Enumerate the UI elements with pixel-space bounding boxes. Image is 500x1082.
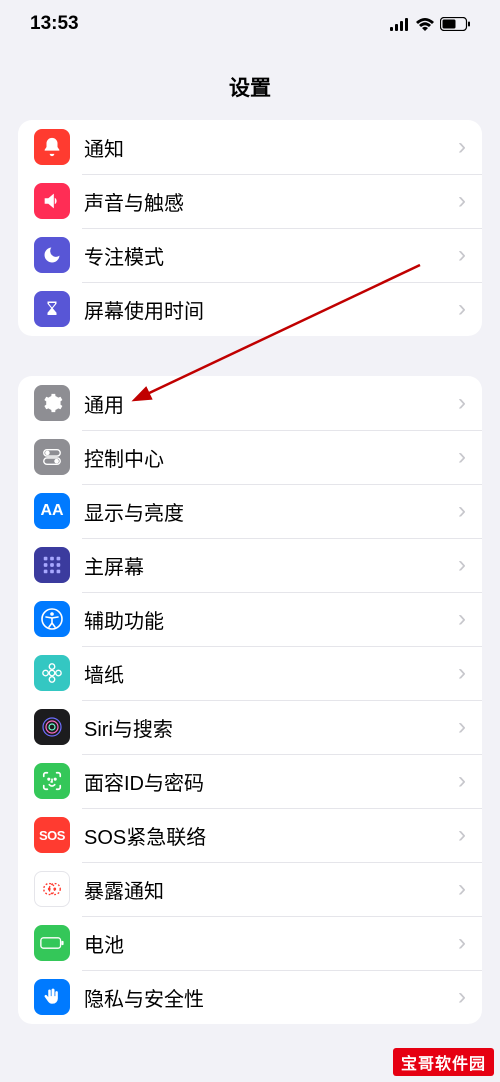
hourglass-icon [34,291,70,327]
battery-row-icon [34,925,70,961]
row-label: 主屏幕 [84,551,458,580]
row-privacy[interactable]: 隐私与安全性 › [18,970,482,1024]
row-label: 电池 [84,929,458,958]
moon-icon [34,237,70,273]
chevron-right-icon: › [458,187,466,215]
row-label: SOS紧急联络 [84,821,458,850]
siri-icon [34,709,70,745]
chevron-right-icon: › [458,659,466,687]
row-notifications[interactable]: 通知 › [18,120,482,174]
status-time: 13:53 [30,13,79,35]
row-label: 面容ID与密码 [84,767,458,796]
faceid-icon [34,763,70,799]
row-faceid[interactable]: 面容ID与密码 › [18,754,482,808]
chevron-right-icon: › [458,983,466,1011]
chevron-right-icon: › [458,133,466,161]
speaker-icon [34,183,70,219]
row-display[interactable]: AA 显示与亮度 › [18,484,482,538]
chevron-right-icon: › [458,241,466,269]
row-label: 辅助功能 [84,605,458,634]
chevron-right-icon: › [458,497,466,525]
row-siri[interactable]: Siri与搜索 › [18,700,482,754]
row-screentime[interactable]: 屏幕使用时间 › [18,282,482,336]
chevron-right-icon: › [458,389,466,417]
page-title: 设置 [0,48,500,120]
row-label: 显示与亮度 [84,497,458,526]
settings-group-2: 通用 › 控制中心 › AA 显示与亮度 › 主屏幕 › 辅助功能 › 墙纸 › [18,376,482,1024]
chevron-right-icon: › [458,605,466,633]
chevron-right-icon: › [458,929,466,957]
row-label: Siri与搜索 [84,713,458,742]
row-label: 声音与触感 [84,187,458,216]
battery-icon [440,17,470,31]
row-exposure[interactable]: 暴露通知 › [18,862,482,916]
row-home-screen[interactable]: 主屏幕 › [18,538,482,592]
aa-icon: AA [34,493,70,529]
row-label: 屏幕使用时间 [84,295,458,324]
row-label: 通知 [84,133,458,162]
row-label: 通用 [84,389,458,418]
settings-group-1: 通知 › 声音与触感 › 专注模式 › 屏幕使用时间 › [18,120,482,336]
person-circle-icon [34,601,70,637]
chevron-right-icon: › [458,443,466,471]
flower-icon [34,655,70,691]
row-focus[interactable]: 专注模式 › [18,228,482,282]
chevron-right-icon: › [458,713,466,741]
gear-icon [34,385,70,421]
row-sos[interactable]: SOS SOS紧急联络 › [18,808,482,862]
chevron-right-icon: › [458,551,466,579]
chevron-right-icon: › [458,875,466,903]
signal-icon [390,18,410,31]
chevron-right-icon: › [458,295,466,323]
status-icons [390,17,470,31]
row-wallpaper[interactable]: 墙纸 › [18,646,482,700]
row-label: 控制中心 [84,443,458,472]
row-label: 专注模式 [84,241,458,270]
hand-icon [34,979,70,1015]
row-label: 暴露通知 [84,875,458,904]
bell-icon [34,129,70,165]
switches-icon [34,439,70,475]
row-general[interactable]: 通用 › [18,376,482,430]
row-control-center[interactable]: 控制中心 › [18,430,482,484]
watermark: 宝哥软件园 [393,1048,494,1076]
exposure-icon [34,871,70,907]
grid-icon [34,547,70,583]
chevron-right-icon: › [458,821,466,849]
row-label: 隐私与安全性 [84,983,458,1012]
row-accessibility[interactable]: 辅助功能 › [18,592,482,646]
row-label: 墙纸 [84,659,458,688]
row-sounds[interactable]: 声音与触感 › [18,174,482,228]
sos-icon: SOS [34,817,70,853]
wifi-icon [416,18,434,31]
status-bar: 13:53 [0,0,500,48]
row-battery[interactable]: 电池 › [18,916,482,970]
chevron-right-icon: › [458,767,466,795]
